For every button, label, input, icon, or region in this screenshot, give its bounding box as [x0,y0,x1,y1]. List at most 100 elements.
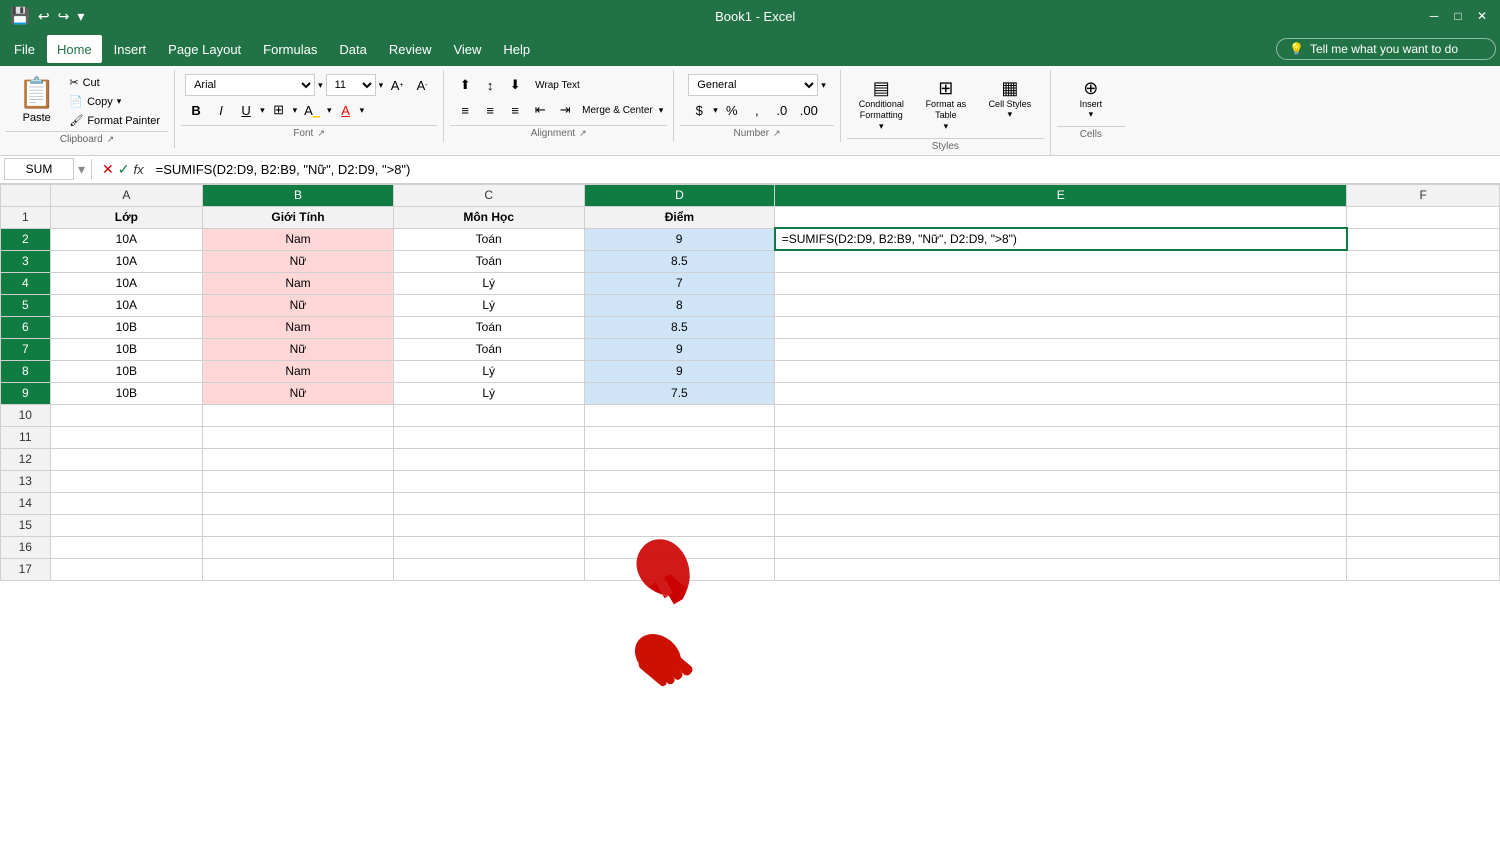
cell-b13[interactable] [203,470,394,492]
close-button[interactable]: ✕ [1474,8,1490,24]
cell-f4[interactable] [1347,272,1500,294]
confirm-formula-icon[interactable]: ✓ [118,161,130,178]
cell-a9[interactable]: 10B [50,382,203,404]
cell-f16[interactable] [1347,536,1500,558]
insert-button[interactable]: ⊕ Insert ▾ [1061,74,1121,124]
cell-c5[interactable]: Lý [393,294,584,316]
cell-c10[interactable] [393,404,584,426]
copy-dropdown-icon[interactable]: ▾ [117,96,122,107]
cell-a17[interactable] [50,558,203,580]
cell-e10[interactable] [775,404,1347,426]
cell-a5[interactable]: 10A [50,294,203,316]
cell-e14[interactable] [775,492,1347,514]
cell-b15[interactable] [203,514,394,536]
font-color-dropdown-icon[interactable]: ▾ [360,105,365,116]
cell-b5[interactable]: Nữ [203,294,394,316]
decrease-font-button[interactable]: A- [411,74,433,96]
cell-b16[interactable] [203,536,394,558]
menu-page-layout[interactable]: Page Layout [158,35,251,63]
currency-dropdown-icon[interactable]: ▾ [713,105,718,116]
align-bottom-button[interactable]: ⬇ [504,74,526,96]
cell-d5[interactable]: 8 [584,294,775,316]
increase-font-button[interactable]: A+ [386,74,408,96]
cell-f8[interactable] [1347,360,1500,382]
cell-c7[interactable]: Toán [393,338,584,360]
align-center-button[interactable]: ≡ [479,99,501,121]
cell-a2[interactable]: 10A [50,228,203,250]
clipboard-expand-icon[interactable]: ↗ [107,134,115,145]
merge-dropdown-icon[interactable]: ▾ [659,105,664,116]
col-header-c[interactable]: C [393,184,584,206]
cell-f3[interactable] [1347,250,1500,272]
decrease-decimal-button[interactable]: .0 [771,99,793,121]
cell-a16[interactable] [50,536,203,558]
cell-a11[interactable] [50,426,203,448]
cell-c4[interactable]: Lý [393,272,584,294]
menu-insert[interactable]: Insert [104,35,157,63]
cell-a3[interactable]: 10A [50,250,203,272]
number-format-select[interactable]: General [688,74,818,96]
cell-b7[interactable]: Nữ [203,338,394,360]
sheet-main[interactable]: A B C D E F 1 Lớp Giới Tính [0,184,1500,853]
wrap-text-button[interactable]: Wrap Text [529,74,586,96]
format-as-table-button[interactable]: ⊞ Format asTable ▾ [916,74,976,136]
cell-f2[interactable] [1347,228,1500,250]
border-dropdown-icon[interactable]: ▾ [293,105,298,116]
cell-c14[interactable] [393,492,584,514]
cell-d15[interactable] [584,514,775,536]
menu-help[interactable]: Help [493,35,540,63]
cell-a4[interactable]: 10A [50,272,203,294]
cell-d14[interactable] [584,492,775,514]
cell-e13[interactable] [775,470,1347,492]
col-header-a[interactable]: A [50,184,203,206]
cell-f7[interactable] [1347,338,1500,360]
cell-a1[interactable]: Lớp [50,206,203,228]
insert-dropdown[interactable]: ▾ [1089,109,1094,120]
comma-button[interactable]: , [746,99,768,121]
cell-f12[interactable] [1347,448,1500,470]
cell-c15[interactable] [393,514,584,536]
cell-b4[interactable]: Nam [203,272,394,294]
cell-e11[interactable] [775,426,1347,448]
formula-input[interactable] [152,158,1496,180]
underline-button[interactable]: U [235,99,257,121]
cell-c17[interactable] [393,558,584,580]
cancel-formula-icon[interactable]: ✕ [102,161,114,178]
cell-e17[interactable] [775,558,1347,580]
cell-b12[interactable] [203,448,394,470]
cell-f1[interactable] [1347,206,1500,228]
cell-c16[interactable] [393,536,584,558]
cell-c1[interactable]: Môn Học [393,206,584,228]
cell-c8[interactable]: Lý [393,360,584,382]
copy-button[interactable]: 📄 Copy ▾ [65,93,164,110]
more-controls-icon[interactable]: ▾ [77,8,84,25]
cell-b6[interactable]: Nam [203,316,394,338]
num-format-dropdown-icon[interactable]: ▾ [821,80,826,91]
cell-a13[interactable] [50,470,203,492]
font-size-dropdown-icon[interactable]: ▾ [379,80,384,91]
cell-d9[interactable]: 7.5 [584,382,775,404]
cell-d16[interactable] [584,536,775,558]
cell-d11[interactable] [584,426,775,448]
name-box-expand[interactable]: ▾ [78,161,85,178]
fill-color-button[interactable]: A_ [300,99,324,121]
menu-formulas[interactable]: Formulas [253,35,327,63]
cell-e6[interactable] [775,316,1347,338]
increase-indent-button[interactable]: ⇥ [554,99,576,121]
font-name-dropdown-icon[interactable]: ▾ [318,80,323,91]
cell-d10[interactable] [584,404,775,426]
cell-a15[interactable] [50,514,203,536]
col-header-d[interactable]: D [584,184,775,206]
cell-f17[interactable] [1347,558,1500,580]
italic-button[interactable]: I [210,99,232,121]
cell-d8[interactable]: 9 [584,360,775,382]
maximize-button[interactable]: □ [1450,8,1466,24]
cell-e4[interactable] [775,272,1347,294]
cell-e12[interactable] [775,448,1347,470]
cell-c2[interactable]: Toán [393,228,584,250]
cell-e15[interactable] [775,514,1347,536]
cell-a6[interactable]: 10B [50,316,203,338]
merge-center-button[interactable]: Merge & Center [579,99,656,121]
cell-b9[interactable]: Nữ [203,382,394,404]
cell-c12[interactable] [393,448,584,470]
